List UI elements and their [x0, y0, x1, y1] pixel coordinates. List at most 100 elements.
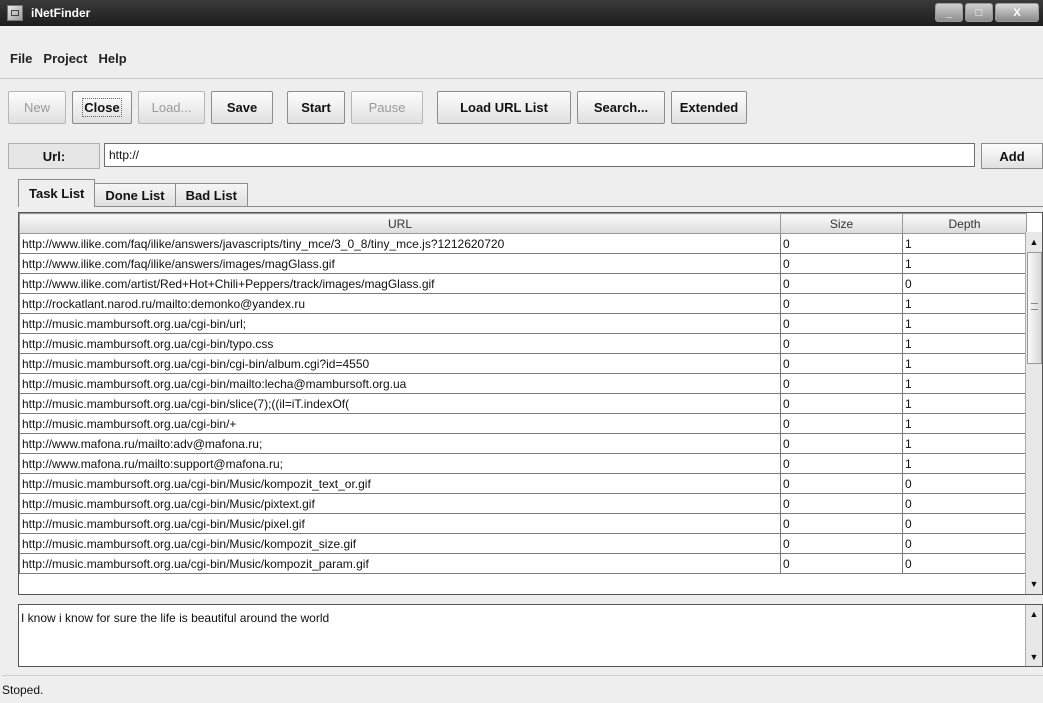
minimize-button[interactable]: _ [935, 3, 963, 22]
table-row[interactable]: http://music.mambursoft.org.ua/cgi-bin/M… [19, 473, 1027, 494]
cell-url: http://www.ilike.com/faq/ilike/answers/i… [19, 253, 781, 274]
table-row[interactable]: http://music.mambursoft.org.ua/cgi-bin/M… [19, 553, 1027, 574]
cell-depth: 0 [902, 533, 1027, 554]
table-row[interactable]: http://music.mambursoft.org.ua/cgi-bin/M… [19, 493, 1027, 514]
table-row[interactable]: http://music.mambursoft.org.ua/cgi-bin/+… [19, 413, 1027, 434]
tab-task-list[interactable]: Task List [18, 179, 96, 207]
app-icon [7, 5, 23, 21]
cell-size: 0 [780, 393, 903, 414]
scrollbar-thumb[interactable] [1027, 252, 1042, 364]
cell-size: 0 [780, 453, 903, 474]
table-row[interactable]: http://music.mambursoft.org.ua/cgi-bin/u… [19, 313, 1027, 334]
cell-url: http://music.mambursoft.org.ua/cgi-bin/M… [19, 553, 781, 574]
table-row[interactable]: http://www.ilike.com/artist/Red+Hot+Chil… [19, 273, 1027, 294]
cell-url: http://www.mafona.ru/mailto:adv@mafona.r… [19, 433, 781, 454]
table-row[interactable]: http://www.ilike.com/faq/ilike/answers/j… [19, 233, 1027, 254]
cell-size: 0 [780, 253, 903, 274]
cell-size: 0 [780, 313, 903, 334]
load-url-list-button[interactable]: Load URL List [437, 90, 571, 124]
title-bar: iNetFinder _ □ X [0, 0, 1043, 26]
new-button[interactable]: New [8, 90, 66, 124]
load-url-list-label: Load URL List [460, 99, 548, 115]
search-button[interactable]: Search... [577, 90, 665, 124]
cell-url: http://music.mambursoft.org.ua/cgi-bin/s… [19, 393, 781, 414]
extended-button[interactable]: Extended [671, 90, 747, 124]
table-row[interactable]: http://music.mambursoft.org.ua/cgi-bin/M… [19, 533, 1027, 554]
tab-divider [18, 206, 1043, 207]
menu-help[interactable]: Help [98, 51, 126, 66]
cell-depth: 1 [902, 313, 1027, 334]
close-window-button[interactable]: X [995, 3, 1039, 22]
save-button[interactable]: Save [211, 90, 273, 124]
table-row[interactable]: http://music.mambursoft.org.ua/cgi-bin/c… [19, 353, 1027, 374]
menu-project[interactable]: Project [43, 51, 87, 66]
tab-done-list[interactable]: Done List [94, 183, 176, 207]
cell-size: 0 [780, 533, 903, 554]
cell-depth: 1 [902, 233, 1027, 254]
cell-url: http://music.mambursoft.org.ua/cgi-bin/+ [19, 413, 781, 434]
add-button[interactable]: Add [981, 143, 1043, 169]
cell-url: http://music.mambursoft.org.ua/cgi-bin/t… [19, 333, 781, 354]
cell-url: http://music.mambursoft.org.ua/cgi-bin/m… [19, 373, 781, 394]
log-scroll-down-icon[interactable]: ▼ [1026, 650, 1042, 664]
cell-url: http://music.mambursoft.org.ua/cgi-bin/M… [19, 513, 781, 534]
cell-url: http://music.mambursoft.org.ua/cgi-bin/u… [19, 313, 781, 334]
scroll-up-icon[interactable]: ▲ [1026, 234, 1042, 250]
maximize-button[interactable]: □ [965, 3, 993, 22]
table-row[interactable]: http://music.mambursoft.org.ua/cgi-bin/M… [19, 513, 1027, 534]
cell-size: 0 [780, 233, 903, 254]
window-controls: _ □ X [933, 3, 1039, 22]
cell-depth: 1 [902, 353, 1027, 374]
tab-bad-list[interactable]: Bad List [174, 183, 248, 207]
cell-size: 0 [780, 333, 903, 354]
table-row[interactable]: http://music.mambursoft.org.ua/cgi-bin/m… [19, 373, 1027, 394]
start-button[interactable]: Start [287, 90, 345, 124]
column-header-url[interactable]: URL [19, 213, 781, 234]
log-area[interactable]: I know i know for sure the life is beaut… [18, 604, 1043, 667]
table-row[interactable]: http://music.mambursoft.org.ua/cgi-bin/s… [19, 393, 1027, 414]
table-row[interactable]: http://www.mafona.ru/mailto:adv@mafona.r… [19, 433, 1027, 454]
table-row[interactable]: http://www.ilike.com/faq/ilike/answers/i… [19, 253, 1027, 274]
tab-bar: Task List Done List Bad List [18, 179, 248, 207]
cell-depth: 0 [902, 493, 1027, 514]
cell-size: 0 [780, 413, 903, 434]
table-row[interactable]: http://music.mambursoft.org.ua/cgi-bin/t… [19, 333, 1027, 354]
menu-bar: File Project Help [0, 46, 1043, 70]
cell-url: http://music.mambursoft.org.ua/cgi-bin/M… [19, 493, 781, 514]
menu-file[interactable]: File [10, 51, 32, 66]
log-scrollbar[interactable]: ▲ ▼ [1025, 605, 1042, 666]
extended-button-label: Extended [679, 99, 739, 115]
cell-url: http://rockatlant.narod.ru/mailto:demonk… [19, 293, 781, 314]
status-text: Stoped. [2, 682, 44, 697]
load-button[interactable]: Load... [138, 90, 205, 124]
column-header-depth[interactable]: Depth [902, 213, 1027, 234]
menu-separator [0, 78, 1043, 79]
log-text: I know i know for sure the life is beaut… [21, 611, 330, 625]
table-row[interactable]: http://www.mafona.ru/mailto:support@mafo… [19, 453, 1027, 474]
url-label: Url: [8, 143, 100, 169]
cell-url: http://www.ilike.com/faq/ilike/answers/j… [19, 233, 781, 254]
cell-depth: 1 [902, 373, 1027, 394]
cell-url: http://www.ilike.com/artist/Red+Hot+Chil… [19, 273, 781, 294]
log-scroll-up-icon[interactable]: ▲ [1026, 607, 1042, 621]
scroll-down-icon[interactable]: ▼ [1026, 576, 1042, 592]
task-table: URL Size Depth http://www.ilike.com/faq/… [18, 212, 1043, 595]
cell-depth: 1 [902, 433, 1027, 454]
table-scrollbar[interactable]: ▲ ▼ [1025, 232, 1042, 594]
search-button-label: Search... [593, 99, 649, 115]
cell-url: http://music.mambursoft.org.ua/cgi-bin/M… [19, 533, 781, 554]
column-header-size[interactable]: Size [780, 213, 903, 234]
cell-depth: 0 [902, 513, 1027, 534]
cell-depth: 1 [902, 253, 1027, 274]
cell-size: 0 [780, 373, 903, 394]
cell-size: 0 [780, 293, 903, 314]
cell-size: 0 [780, 493, 903, 514]
url-row: Url: Add [8, 141, 1043, 171]
table-row[interactable]: http://rockatlant.narod.ru/mailto:demonk… [19, 293, 1027, 314]
cell-url: http://music.mambursoft.org.ua/cgi-bin/c… [19, 353, 781, 374]
close-button[interactable]: Close [72, 90, 132, 124]
cell-depth: 0 [902, 553, 1027, 574]
pause-button[interactable]: Pause [351, 90, 423, 124]
url-input[interactable] [104, 143, 975, 167]
cell-size: 0 [780, 513, 903, 534]
